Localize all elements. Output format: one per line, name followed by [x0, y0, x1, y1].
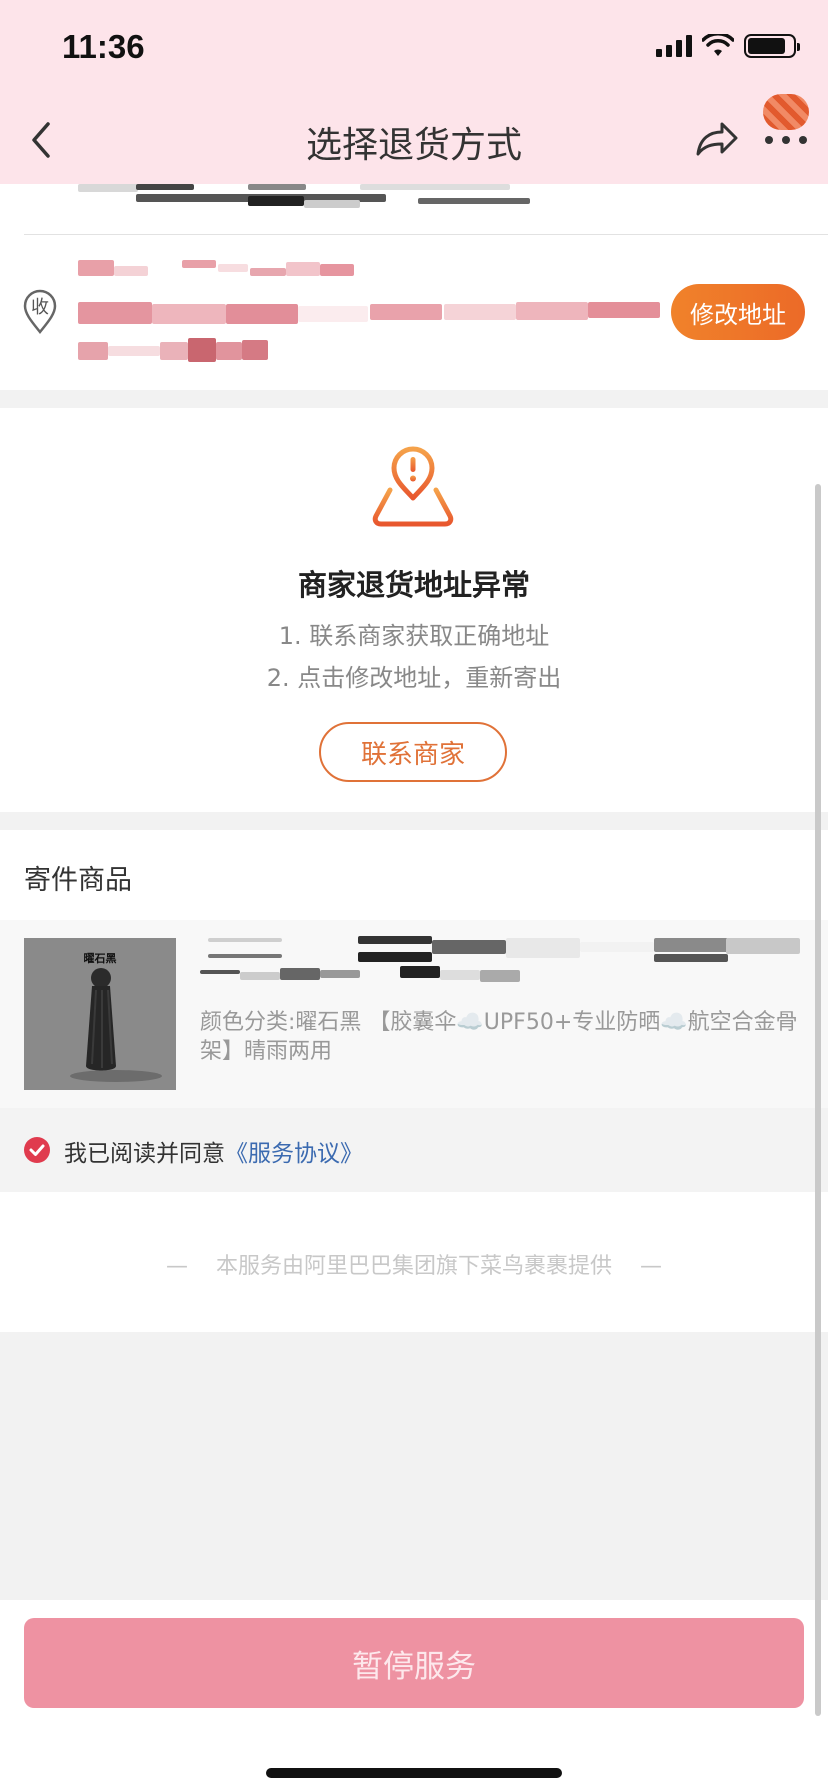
status-time: 11:36 [62, 28, 145, 65]
dash-left: — [165, 1254, 188, 1279]
goods-item[interactable]: 曜石黑 颜色分类:曜石黑 【胶囊伞☁️UPF50+专业防晒☁️航空合金骨架】晴雨… [0, 920, 828, 1108]
avatar [763, 94, 809, 130]
agreement-text: 我已阅读并同意《服务协议》 [64, 1134, 363, 1168]
product-spec: 颜色分类:曜石黑 【胶囊伞☁️UPF50+专业防晒☁️航空合金骨架】晴雨两用 [200, 1010, 798, 1064]
warning-step-2: 2. 点击修改地址，重新寄出 [266, 664, 562, 692]
warning-step-1: 1. 联系商家获取正确地址 [278, 622, 550, 650]
agreement-row[interactable]: 我已阅读并同意《服务协议》 [0, 1108, 828, 1192]
provider-note: — 本服务由阿里巴巴集团旗下菜鸟裹裹提供 — [0, 1248, 828, 1280]
agreement-label: 我已阅读并同意 [64, 1141, 225, 1167]
umbrella-image [70, 968, 162, 1082]
pause-service-button[interactable]: 暂停服务 [24, 1618, 804, 1708]
redacted-sender-info [78, 184, 538, 208]
address-warning-icon [372, 446, 454, 527]
share-icon[interactable] [692, 116, 740, 162]
contact-merchant-button[interactable]: 联系商家 [319, 722, 507, 782]
return-address-card: 收 修改地址 [0, 184, 828, 390]
goods-card: 寄件商品 曜石黑 颜色分类:曜石黑 【胶囊伞☁️UPF50+专业防晒☁️航空合金… [0, 830, 828, 1192]
product-thumbnail: 曜石黑 [24, 938, 176, 1090]
more-dots-icon [760, 136, 812, 144]
cellular-signal-icon [656, 35, 692, 57]
top-bar: 11:36 选择退货方式 [0, 0, 828, 184]
dash-right: — [640, 1254, 662, 1279]
service-agreement-link[interactable]: 《服务协议》 [225, 1141, 363, 1167]
address-warning-card: 商家退货地址异常 1. 联系商家获取正确地址 2. 点击修改地址，重新寄出 联系… [0, 408, 828, 812]
checkbox-checked-icon[interactable] [24, 1137, 50, 1163]
location-pin-icon [23, 289, 57, 334]
provider-text: 本服务由阿里巴巴集团旗下菜鸟裹裹提供 [215, 1254, 612, 1279]
scrollbar[interactable] [815, 484, 821, 1716]
modify-address-button[interactable]: 修改地址 [671, 284, 805, 340]
home-indicator[interactable] [266, 1768, 562, 1778]
more-menu-button[interactable] [760, 94, 812, 148]
battery-icon [744, 34, 800, 58]
divider [24, 234, 828, 235]
wifi-icon [702, 34, 734, 56]
bottom-bar: 暂停服务 [0, 1600, 828, 1792]
goods-header: 寄件商品 [24, 865, 132, 896]
provider-section: — 本服务由阿里巴巴集团旗下菜鸟裹裹提供 — [0, 1192, 828, 1332]
warning-title: 商家退货地址异常 [297, 568, 530, 602]
status-icons [656, 34, 800, 58]
